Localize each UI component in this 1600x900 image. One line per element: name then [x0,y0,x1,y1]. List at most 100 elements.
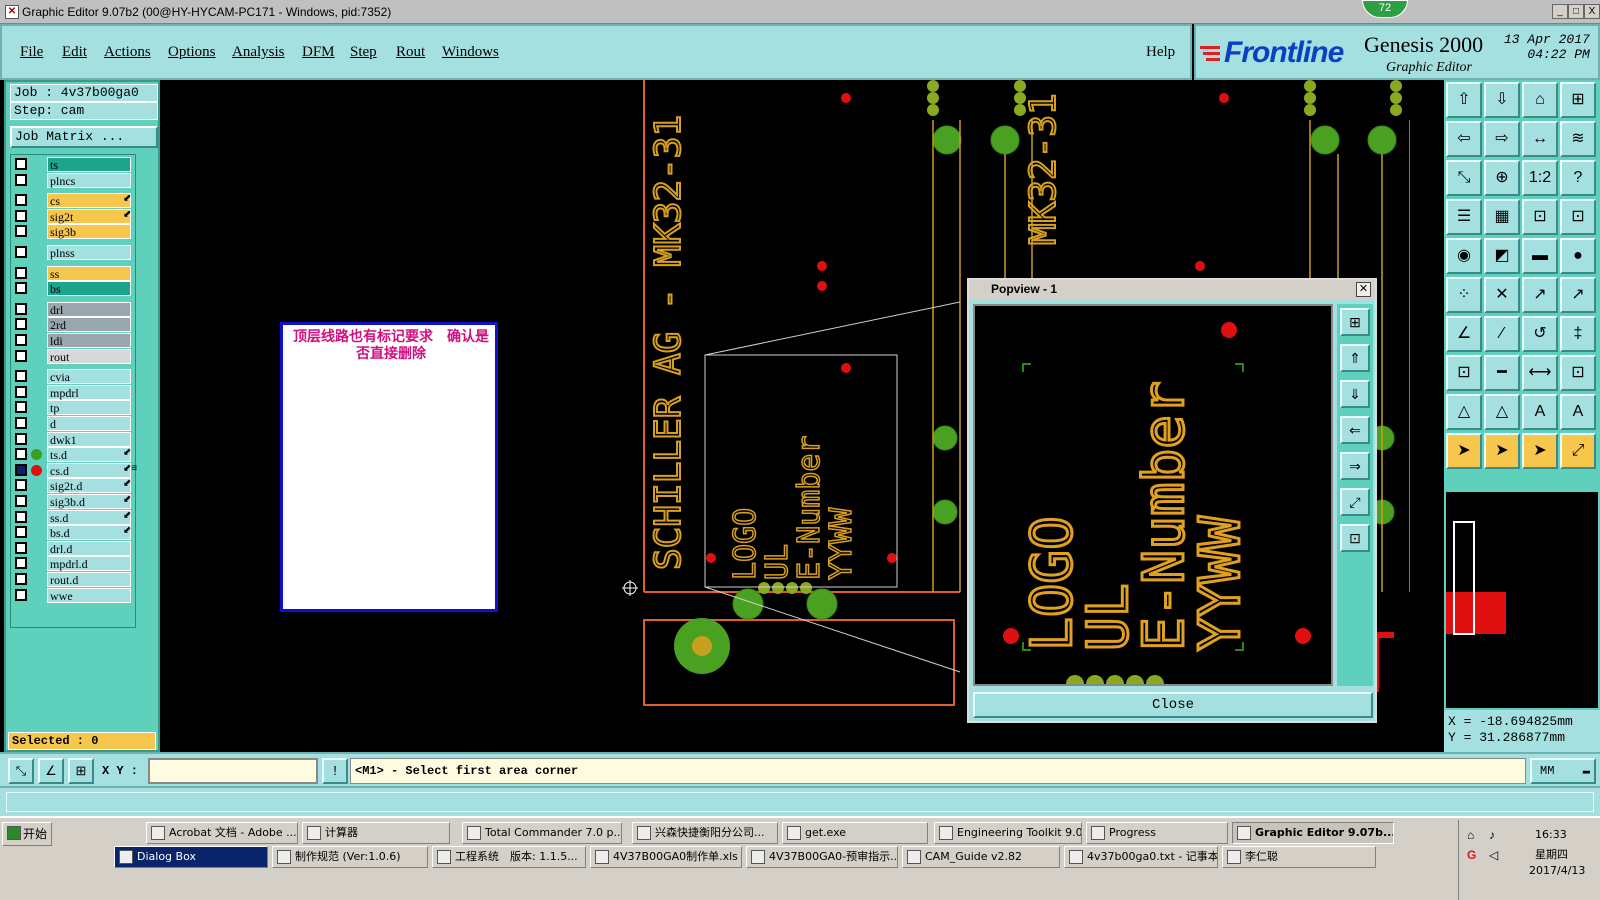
layer-name[interactable]: bs.d [47,525,131,541]
tool-button-27[interactable]: ‡ [1560,316,1596,352]
tool-button-20[interactable]: ⁘ [1446,277,1482,313]
layer-row[interactable]: dwk1 [15,431,133,447]
tool-button-25[interactable]: ∕ [1484,316,1520,352]
app-tray-icon[interactable]: G [1467,848,1476,862]
popview-canvas[interactable]: LOGO UL E-Number YYWW [973,304,1333,686]
layer-row[interactable]: sig2t ⬋ [15,208,133,224]
layer-checkbox[interactable] [15,526,27,539]
xy-input[interactable] [148,758,318,784]
taskbar-item[interactable]: CAM_Guide v2.82 [902,846,1060,868]
tool-button-16[interactable]: ◉ [1446,238,1482,274]
popview-zoom-button[interactable]: ⊞ [1340,308,1370,336]
tool-button-37[interactable]: ➤ [1484,433,1520,469]
layer-checkbox[interactable] [15,588,27,601]
menu-analysis[interactable]: Analysis [232,44,285,61]
menu-file[interactable]: File [20,44,43,61]
layer-name[interactable]: cvia [47,369,131,385]
layer-checkbox[interactable] [15,573,27,585]
layer-row[interactable]: plncs [15,172,133,188]
layer-checkbox[interactable] [15,334,27,346]
taskbar-item[interactable]: get.exe [782,822,928,844]
tool-button-1[interactable]: ⇩ [1484,82,1520,118]
menu-actions[interactable]: Actions [104,44,151,61]
tool-button-31[interactable]: ⊡ [1560,355,1596,391]
layer-row[interactable]: wwe [15,587,133,603]
alert-icon[interactable]: ! [322,758,348,784]
close-window-button[interactable]: X [1584,4,1600,19]
layer-name[interactable]: drl.d [47,540,131,556]
layer-checkbox[interactable] [15,318,27,331]
layer-checkbox[interactable] [15,370,27,383]
layer-name[interactable]: rout.d [47,572,131,587]
layer-row[interactable]: bs.d ⬋ [15,525,133,541]
layer-row[interactable]: ss.d ⬋ [15,509,133,525]
layer-row[interactable]: 2rd [15,317,133,333]
layer-checkbox[interactable] [15,479,27,492]
taskbar-item[interactable]: 兴森快捷衡阳分公司... [632,822,778,844]
layer-name[interactable]: 2rd [47,317,131,333]
tool-button-39[interactable]: ⤢ [1560,433,1596,469]
layer-name[interactable]: plnss [47,245,131,260]
layer-checkbox[interactable] [15,401,27,414]
tool-button-12[interactable]: ☰ [1446,199,1482,235]
layer-name[interactable]: wwe [47,587,131,603]
tool-button-3[interactable]: ⊞ [1560,82,1596,118]
tool-button-34[interactable]: A [1522,394,1558,430]
taskbar-item[interactable]: Graphic Editor 9.07b... [1232,822,1394,844]
tool-button-30[interactable]: ⟷ [1522,355,1558,391]
tool-button-18[interactable]: ▬ [1522,238,1558,274]
layer-checkbox[interactable] [15,302,27,315]
tool-button-15[interactable]: ⊡ [1560,199,1596,235]
layer-checkbox[interactable] [15,448,27,461]
tool-button-11[interactable]: ? [1560,160,1596,196]
layer-name[interactable]: sig3b.d [47,494,131,509]
layer-row[interactable]: d [15,416,133,431]
tool-button-10[interactable]: 1:2 [1522,160,1558,196]
layer-checkbox[interactable] [15,194,27,207]
tool-button-33[interactable]: △ [1484,394,1520,430]
layer-checkbox[interactable] [15,246,27,258]
grid-icon[interactable]: ⊞ [68,758,94,784]
layer-row[interactable]: ts.d ⬋ [15,447,133,463]
layer-row[interactable]: ss [15,265,133,281]
start-button[interactable]: 开始 [2,822,52,846]
tool-button-24[interactable]: ∠ [1446,316,1482,352]
layer-row[interactable]: ldi [15,333,133,348]
layer-row[interactable]: tp [15,400,133,416]
taskbar-item[interactable]: Progress [1086,822,1228,844]
layer-checkbox[interactable] [15,510,27,523]
layer-row[interactable]: cs ⬋ [15,193,133,209]
tool-button-7[interactable]: ≋ [1560,121,1596,157]
taskbar-item[interactable]: 计算器 [302,822,450,844]
popview-home-button[interactable]: ⊡ [1340,524,1370,552]
taskbar-item[interactable]: 4v37b00ga0.txt - 记事本 [1064,846,1218,868]
tool-button-28[interactable]: ⊡ [1446,355,1482,391]
layer-checkbox[interactable] [15,173,27,186]
snap-icon[interactable]: ⤡ [8,758,34,784]
layer-row[interactable]: drl.d [15,540,133,556]
measure-icon[interactable]: ∠ [38,758,64,784]
layer-name[interactable]: mpdrl [47,384,131,400]
popview-close-button[interactable]: Close [973,692,1373,718]
volume-icon[interactable]: ♪ [1489,828,1495,842]
taskbar-item[interactable]: 李仁聪 [1222,846,1376,868]
tool-button-4[interactable]: ⇦ [1446,121,1482,157]
tool-button-9[interactable]: ⊕ [1484,160,1520,196]
layer-checkbox[interactable] [15,541,27,554]
tool-button-22[interactable]: ↗ [1522,277,1558,313]
tool-button-23[interactable]: ↗ [1560,277,1596,313]
menu-dfm[interactable]: DFM [302,44,335,61]
layer-row[interactable]: rout [15,348,133,364]
layer-checkbox[interactable] [15,417,27,429]
layer-checkbox[interactable] [15,282,27,295]
tool-button-36[interactable]: ➤ [1446,433,1482,469]
layer-checkbox[interactable] [15,266,27,279]
layer-row[interactable]: mpdrl [15,384,133,400]
clock-time[interactable]: 16:33 [1535,828,1567,841]
popview-pan-down-button[interactable]: ⇓ [1340,380,1370,408]
taskbar-item[interactable]: Total Commander 7.0 p... [462,822,622,844]
tool-button-5[interactable]: ⇨ [1484,121,1520,157]
layer-name[interactable]: ldi [47,333,131,348]
menu-windows[interactable]: Windows [442,44,499,61]
maximize-button[interactable]: □ [1568,4,1584,19]
